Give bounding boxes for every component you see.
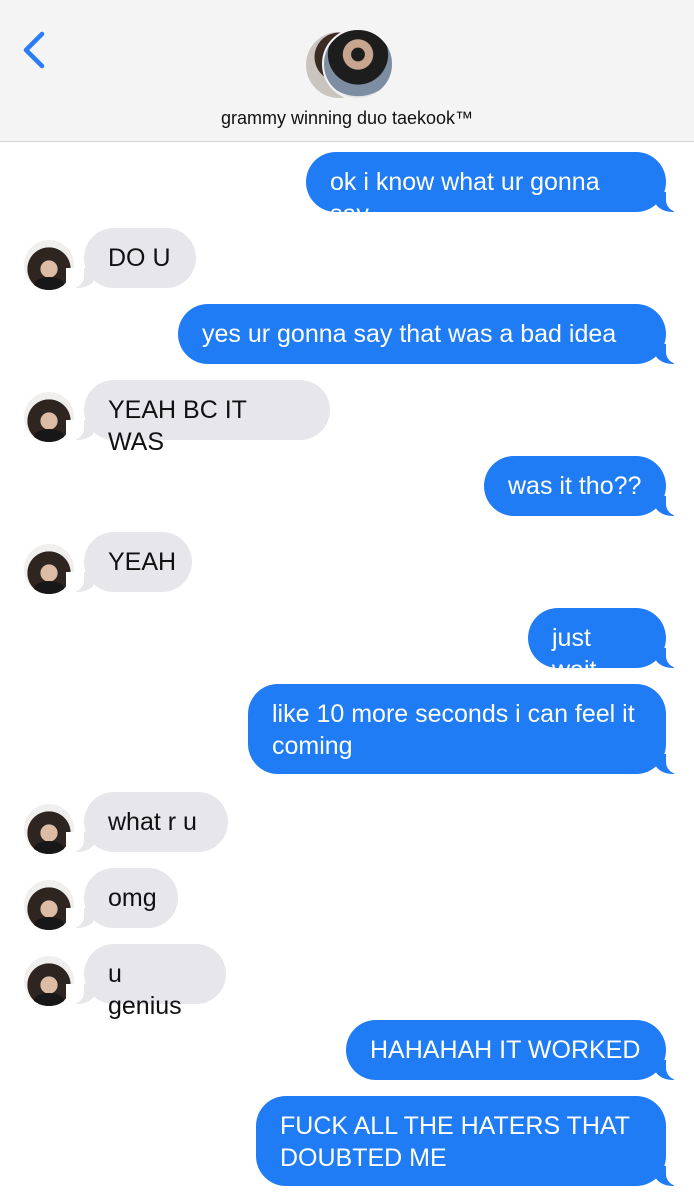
sent-message[interactable]: ok i know what ur gonna say [306, 152, 684, 228]
received-message[interactable]: u genius [66, 944, 226, 1020]
sent-message[interactable]: was it tho?? [484, 456, 684, 516]
chevron-left-icon [23, 31, 45, 69]
back-button[interactable] [18, 28, 52, 72]
conversation-title[interactable]: grammy winning duo taekook™ [0, 108, 694, 129]
group-avatars[interactable] [304, 28, 394, 100]
received-message[interactable]: YEAH [66, 532, 192, 592]
sent-message[interactable]: like 10 more seconds i can feel it comin… [248, 684, 684, 774]
sent-message[interactable]: HAHAHAH IT WORKED [346, 1020, 684, 1080]
received-message[interactable]: YEAH BC IT WAS [66, 380, 330, 456]
contact-avatar [322, 28, 394, 100]
received-message[interactable]: DO U [66, 228, 196, 288]
sent-message[interactable]: FUCK ALL THE HATERS THAT DOUBTED ME [256, 1096, 684, 1186]
conversation-header: grammy winning duo taekook™ [0, 0, 694, 142]
received-message[interactable]: what r u [66, 792, 228, 852]
sent-message[interactable]: just wait [528, 608, 684, 684]
received-message[interactable]: omg [66, 868, 178, 928]
sent-message[interactable]: yes ur gonna say that was a bad idea [178, 304, 684, 364]
